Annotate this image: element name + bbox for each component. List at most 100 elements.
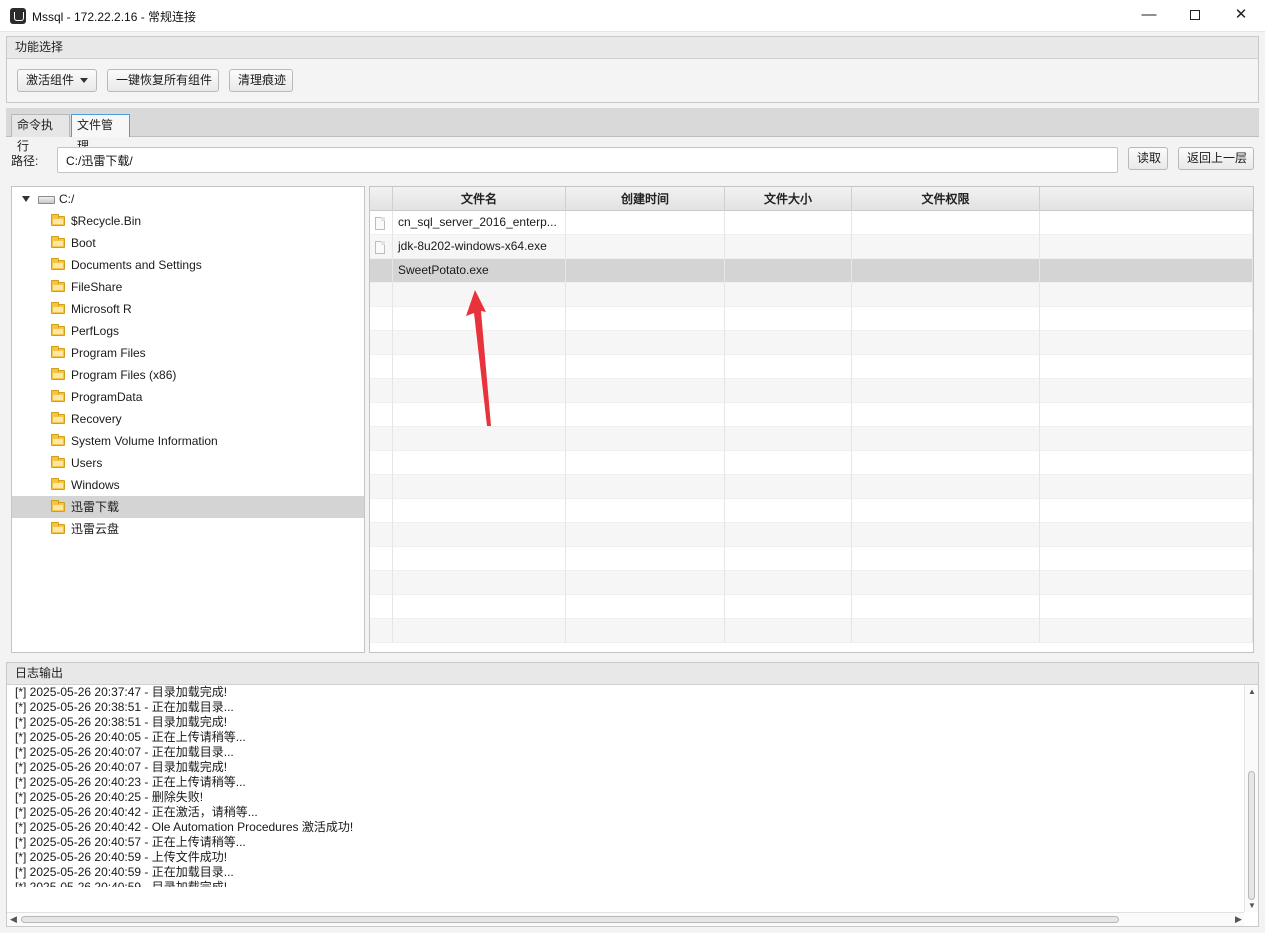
column-header-permission[interactable]: 文件权限 bbox=[852, 187, 1040, 211]
folder-icon bbox=[51, 456, 65, 468]
tree-item-label: ProgramData bbox=[71, 390, 143, 404]
tree-item[interactable]: Microsoft R bbox=[12, 298, 364, 320]
tree-item[interactable]: PerfLogs bbox=[12, 320, 364, 342]
clean-traces-button[interactable]: 清理痕迹 bbox=[229, 69, 293, 92]
log-line: [*] 2025-05-26 20:40:59 - 目录加载完成! bbox=[15, 880, 228, 887]
file-created-cell bbox=[566, 259, 725, 283]
empty-cell bbox=[725, 547, 852, 571]
tree-item-label: Windows bbox=[71, 478, 120, 492]
path-input[interactable] bbox=[57, 147, 1118, 173]
expand-toggle-icon[interactable] bbox=[22, 196, 30, 202]
column-header-size[interactable]: 文件大小 bbox=[725, 187, 852, 211]
tree-item-label: Program Files bbox=[71, 346, 146, 360]
tree-item[interactable]: 迅雷下载 bbox=[12, 496, 364, 518]
file-created-cell bbox=[566, 211, 725, 235]
tree-item[interactable]: ProgramData bbox=[12, 386, 364, 408]
empty-cell bbox=[370, 307, 393, 331]
scroll-up-icon[interactable]: ▲ bbox=[1248, 687, 1256, 696]
log-horizontal-scrollbar[interactable]: ◀ ▶ bbox=[7, 912, 1244, 926]
tree-item[interactable]: System Volume Information bbox=[12, 430, 364, 452]
empty-cell bbox=[1040, 499, 1253, 523]
empty-row bbox=[370, 427, 1253, 451]
empty-cell bbox=[852, 523, 1040, 547]
read-button[interactable]: 读取 bbox=[1128, 147, 1168, 170]
filler-cell bbox=[1040, 211, 1253, 235]
file-type-cell bbox=[370, 235, 393, 259]
tree-item[interactable]: $Recycle.Bin bbox=[12, 210, 364, 232]
file-row[interactable]: jdk-8u202-windows-x64.exe bbox=[370, 235, 1253, 259]
folder-icon bbox=[51, 280, 65, 292]
tree-item-label: Documents and Settings bbox=[71, 258, 202, 272]
tree-item[interactable]: Windows bbox=[12, 474, 364, 496]
empty-row bbox=[370, 307, 1253, 331]
tab-file-manager[interactable]: 文件管理 bbox=[71, 114, 130, 153]
empty-cell bbox=[566, 523, 725, 547]
tree-item[interactable]: Boot bbox=[12, 232, 364, 254]
empty-cell bbox=[566, 451, 725, 475]
minimize-button[interactable]: — bbox=[1126, 0, 1172, 32]
log-line: [*] 2025-05-26 20:40:59 - 上传文件成功! bbox=[15, 850, 228, 864]
empty-cell bbox=[393, 571, 566, 595]
log-line: [*] 2025-05-26 20:40:25 - 删除失败! bbox=[15, 790, 204, 804]
drive-icon bbox=[38, 196, 55, 204]
empty-cell bbox=[852, 499, 1040, 523]
empty-cell bbox=[393, 355, 566, 379]
log-line: [*] 2025-05-26 20:40:23 - 正在上传请稍等... bbox=[15, 775, 246, 789]
empty-row bbox=[370, 331, 1253, 355]
app-icon bbox=[10, 8, 26, 24]
empty-cell bbox=[852, 307, 1040, 331]
folder-icon bbox=[51, 390, 65, 402]
empty-cell bbox=[370, 595, 393, 619]
empty-cell bbox=[1040, 619, 1253, 643]
tree-root-drive[interactable]: C:/ bbox=[12, 188, 364, 210]
folder-icon bbox=[51, 412, 65, 424]
scroll-down-icon[interactable]: ▼ bbox=[1248, 901, 1256, 910]
tree-item[interactable]: 迅雷云盘 bbox=[12, 518, 364, 540]
empty-cell bbox=[852, 283, 1040, 307]
tree-item[interactable]: Recovery bbox=[12, 408, 364, 430]
empty-cell bbox=[725, 403, 852, 427]
folder-icon bbox=[51, 368, 65, 380]
scroll-left-icon[interactable]: ◀ bbox=[10, 914, 17, 925]
tree-item[interactable]: Documents and Settings bbox=[12, 254, 364, 276]
column-header-created[interactable]: 创建时间 bbox=[566, 187, 725, 211]
restore-all-components-button[interactable]: 一键恢复所有组件 bbox=[107, 69, 219, 92]
activate-component-dropdown[interactable]: 激活组件 bbox=[17, 69, 97, 92]
file-name-cell: cn_sql_server_2016_enterp... bbox=[393, 211, 566, 235]
empty-cell bbox=[370, 547, 393, 571]
empty-cell bbox=[393, 451, 566, 475]
log-vertical-scrollbar[interactable]: ▲ ▼ bbox=[1244, 685, 1258, 912]
empty-cell bbox=[566, 283, 725, 307]
empty-row bbox=[370, 619, 1253, 643]
file-row[interactable]: cn_sql_server_2016_enterp... bbox=[370, 211, 1253, 235]
log-line: [*] 2025-05-26 20:40:59 - 正在加载目录... bbox=[15, 865, 234, 879]
empty-cell bbox=[566, 595, 725, 619]
log-output[interactable]: [*] 2025-05-26 20:37:47 - 目录加载完成! [*] 202… bbox=[15, 685, 1240, 887]
column-header-name[interactable]: 文件名 bbox=[393, 187, 566, 211]
tree-item[interactable]: FileShare bbox=[12, 276, 364, 298]
empty-cell bbox=[566, 355, 725, 379]
empty-cell bbox=[393, 307, 566, 331]
folder-icon bbox=[51, 478, 65, 490]
tree-item[interactable]: Users bbox=[12, 452, 364, 474]
go-up-button[interactable]: 返回上一层 bbox=[1178, 147, 1254, 170]
tree-item[interactable]: Program Files bbox=[12, 342, 364, 364]
file-row[interactable]: SweetPotato.exe bbox=[370, 259, 1253, 283]
scrollbar-thumb[interactable] bbox=[21, 916, 1119, 923]
header-blank bbox=[370, 187, 393, 211]
close-button[interactable]: ✕ bbox=[1218, 0, 1264, 32]
tree-item-label: PerfLogs bbox=[71, 324, 120, 338]
empty-cell bbox=[1040, 403, 1253, 427]
maximize-button[interactable] bbox=[1172, 0, 1218, 32]
file-permission-cell bbox=[852, 235, 1040, 259]
scrollbar-thumb[interactable] bbox=[1248, 771, 1255, 900]
scroll-right-icon[interactable]: ▶ bbox=[1235, 914, 1242, 925]
tab-command-exec[interactable]: 命令执行 bbox=[11, 114, 70, 153]
empty-cell bbox=[725, 595, 852, 619]
empty-cell bbox=[566, 475, 725, 499]
empty-cell bbox=[852, 355, 1040, 379]
empty-cell bbox=[393, 499, 566, 523]
empty-cell bbox=[1040, 331, 1253, 355]
tree-item[interactable]: Program Files (x86) bbox=[12, 364, 364, 386]
filler-cell bbox=[1040, 235, 1253, 259]
